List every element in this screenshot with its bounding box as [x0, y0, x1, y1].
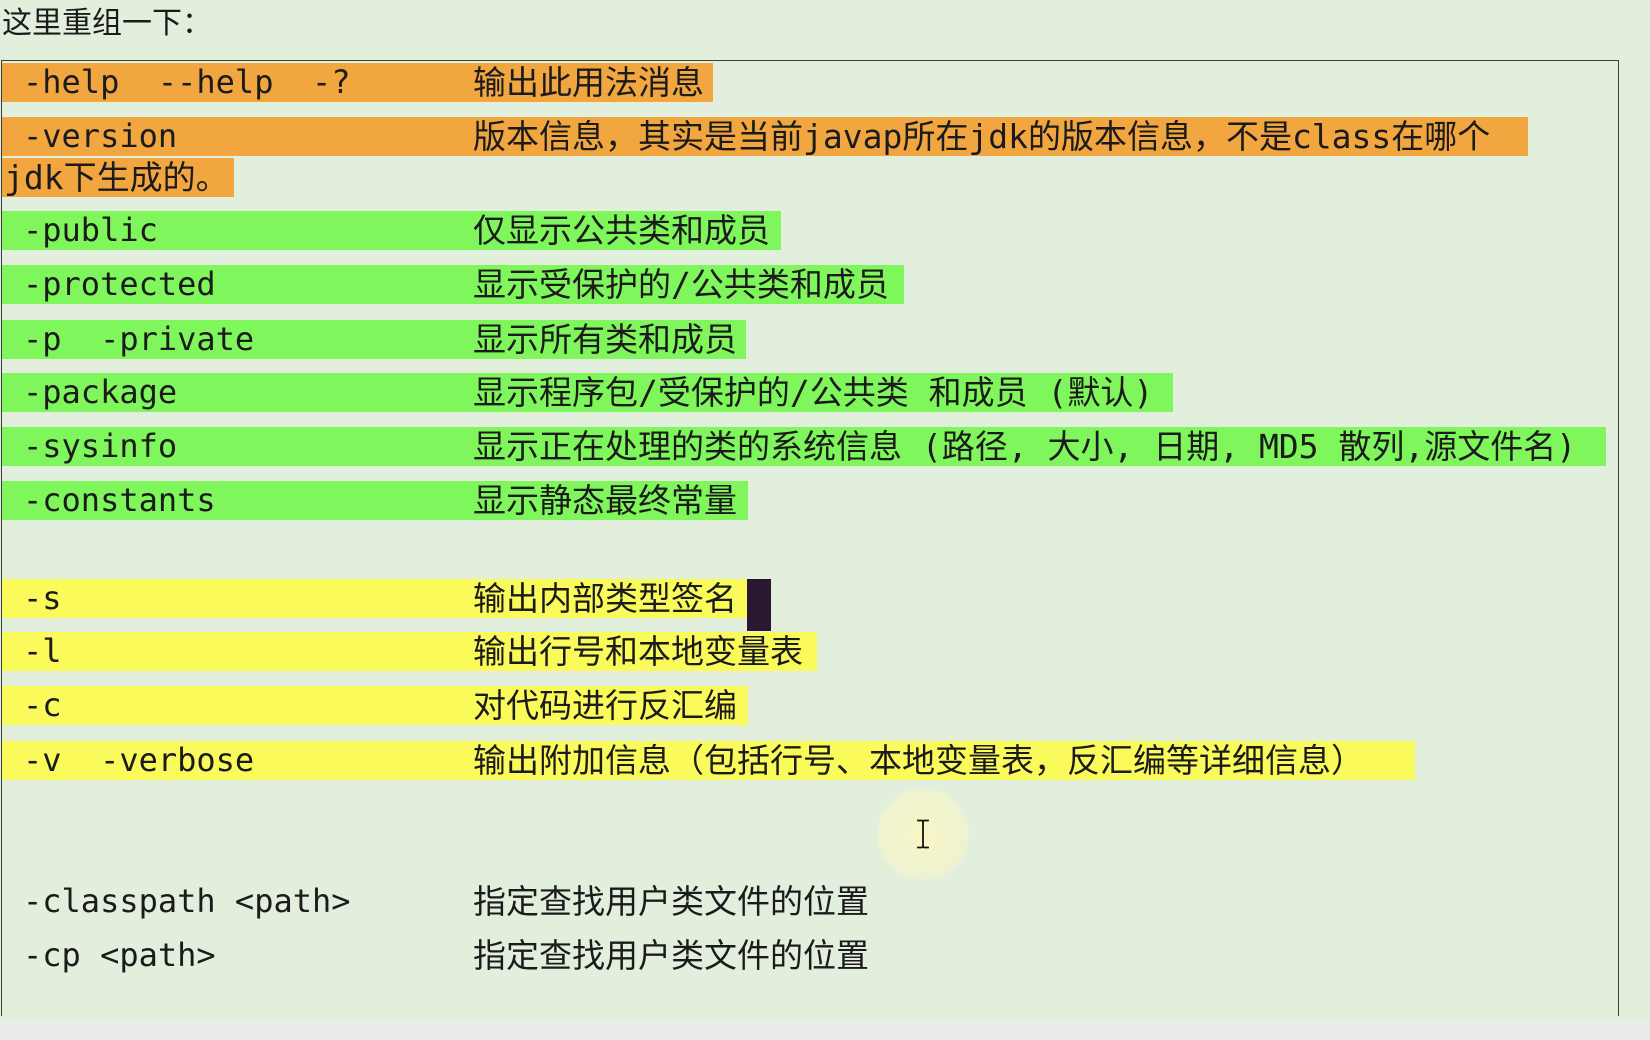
- text-caret: [747, 579, 771, 631]
- option-description: 输出此用法消息: [473, 63, 704, 102]
- option-row-version: -version 版本信息，其实是当前javap所在jdk的版本信息，不是cla…: [2, 117, 1618, 156]
- option-flag: -sysinfo: [23, 427, 178, 465]
- option-description-continuation: jdk下生成的。: [4, 158, 229, 197]
- window-bottom-bar: [0, 1021, 1650, 1040]
- option-description: 显示受保护的/公共类和成员: [473, 265, 889, 304]
- option-description: 输出内部类型签名: [473, 579, 737, 618]
- option-row-constants: -constants 显示静态最终常量: [2, 481, 1618, 520]
- page: 这里重组一下： -help --help -? 输出此用法消息 -version…: [0, 0, 1650, 1040]
- option-flag: -public: [23, 211, 158, 249]
- option-row-classpath: -classpath <path> 指定查找用户类文件的位置: [2, 882, 1618, 921]
- option-row-private: -p -private 显示所有类和成员: [2, 320, 1618, 359]
- option-row-sysinfo: -sysinfo 显示正在处理的类的系统信息 (路径, 大小, 日期, MD5 …: [2, 427, 1618, 466]
- option-description: 对代码进行反汇编: [473, 686, 737, 725]
- option-flag: -classpath <path>: [23, 882, 351, 920]
- option-description: 版本信息，其实是当前javap所在jdk的版本信息，不是class在哪个: [473, 117, 1491, 156]
- option-description: 指定查找用户类文件的位置: [473, 882, 869, 921]
- option-row-l: -l 输出行号和本地变量表: [2, 632, 1618, 671]
- option-row-package: -package 显示程序包/受保护的/公共类 和成员 (默认): [2, 373, 1618, 412]
- option-description: 显示静态最终常量: [473, 481, 737, 520]
- option-row-s: -s 输出内部类型签名: [2, 579, 1618, 618]
- option-row-verbose: -v -verbose 输出附加信息（包括行号、本地变量表，反汇编等详细信息）: [2, 741, 1618, 780]
- option-flag: -p -private: [23, 320, 255, 358]
- option-flag: -l: [23, 632, 62, 670]
- option-row-version-continuation: jdk下生成的。: [2, 158, 1618, 197]
- option-description: 指定查找用户类文件的位置: [473, 936, 869, 975]
- option-flag: -version: [23, 117, 178, 155]
- option-row-protected: -protected 显示受保护的/公共类和成员: [2, 265, 1618, 304]
- option-flag: -v -verbose: [23, 741, 255, 779]
- option-flag: -constants: [23, 481, 216, 519]
- editor-text-area[interactable]: -help --help -? 输出此用法消息 -version 版本信息，其实…: [1, 60, 1619, 1016]
- option-row-public: -public 仅显示公共类和成员: [2, 211, 1618, 250]
- option-description: 显示程序包/受保护的/公共类 和成员 (默认): [473, 373, 1154, 412]
- option-description: 输出附加信息（包括行号、本地变量表，反汇编等详细信息）: [473, 741, 1364, 780]
- i-beam-cursor-icon: [917, 819, 929, 849]
- option-row-help: -help --help -? 输出此用法消息: [2, 63, 1618, 102]
- option-row-c: -c 对代码进行反汇编: [2, 686, 1618, 725]
- option-description: 显示所有类和成员: [473, 320, 737, 359]
- option-description: 显示正在处理的类的系统信息 (路径, 大小, 日期, MD5 散列,源文件名): [473, 427, 1577, 466]
- page-heading: 这里重组一下：: [2, 6, 212, 41]
- option-flag: -package: [23, 373, 178, 411]
- option-row-cp: -cp <path> 指定查找用户类文件的位置: [2, 936, 1618, 975]
- option-flag: -cp <path>: [23, 936, 216, 974]
- option-flag: -c: [23, 686, 62, 724]
- option-flag: -s: [23, 579, 62, 617]
- option-description: 仅显示公共类和成员: [473, 211, 770, 250]
- option-flag: -protected: [23, 265, 216, 303]
- option-description: 输出行号和本地变量表: [473, 632, 803, 671]
- option-flag: -help --help -?: [23, 63, 351, 101]
